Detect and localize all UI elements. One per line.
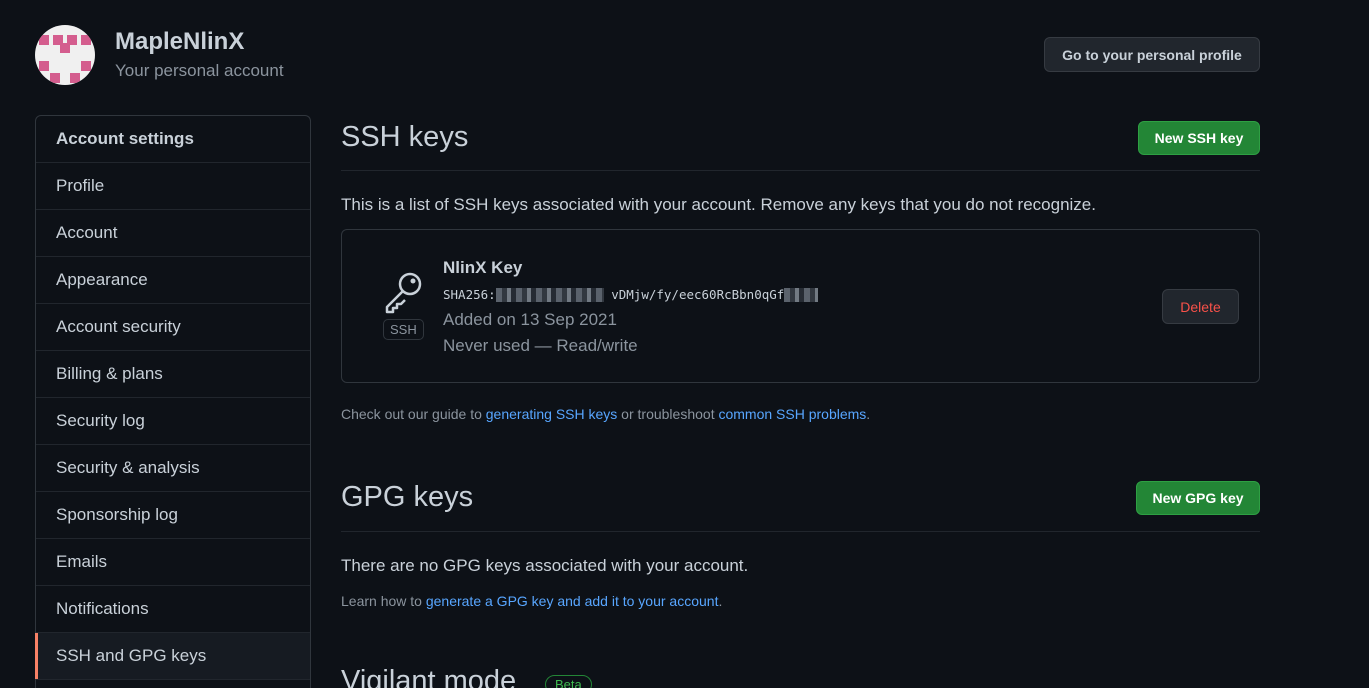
fingerprint-redacted-end [784, 288, 819, 302]
settings-page: MapleNlinX Your personal account Go to y… [0, 0, 1369, 688]
ssh-divider [341, 170, 1260, 171]
ssh-keys-title: SSH keys [341, 121, 469, 153]
ssh-key-added-date: Added on 13 Sep 2021 [443, 310, 617, 329]
sidebar-item-profile[interactable]: Profile [36, 163, 310, 210]
sidebar-item-security-log[interactable]: Security log [36, 398, 310, 445]
sidebar-item-emails[interactable]: Emails [36, 539, 310, 586]
gpg-learn-note: Learn how to generate a GPG key and add … [341, 593, 722, 609]
ssh-key-fingerprint: SHA256: vDMjw/fy/eec60RcBbn0qGf [443, 287, 819, 302]
beta-badge: Beta [545, 675, 592, 688]
sidebar-item-billing[interactable]: Billing & plans [36, 351, 310, 398]
new-ssh-key-button[interactable]: New SSH key [1138, 121, 1260, 155]
delete-ssh-key-button[interactable]: Delete [1162, 289, 1239, 324]
sidebar-item-sponsorship-log[interactable]: Sponsorship log [36, 492, 310, 539]
gpg-divider [341, 531, 1260, 532]
ssh-guide-prefix: Check out our guide to [341, 406, 486, 422]
go-to-profile-button[interactable]: Go to your personal profile [1044, 37, 1260, 72]
fingerprint-redacted [495, 288, 604, 302]
fingerprint-visible: vDMjw/fy/eec60RcBbn0qGf [611, 287, 785, 302]
ssh-guide-suffix: . [866, 406, 871, 422]
fingerprint-prefix: SHA256: [443, 287, 496, 302]
generate-gpg-key-link[interactable]: generate a GPG key and add it to your ac… [426, 593, 719, 609]
ssh-guide-note: Check out our guide to generating SSH ke… [341, 406, 870, 422]
ssh-description: This is a list of SSH keys associated wi… [341, 195, 1096, 214]
gpg-learn-suffix: . [718, 593, 723, 609]
sidebar-item-account-security[interactable]: Account security [36, 304, 310, 351]
ssh-guide-middle: or troubleshoot [617, 406, 719, 422]
gpg-keys-title: GPG keys [341, 481, 474, 513]
ssh-key-name: NlinX Key [443, 258, 523, 277]
username[interactable]: MapleNlinX [115, 28, 244, 56]
settings-sidebar: Account settings Profile Account Appeara… [35, 115, 311, 688]
sidebar-item-security-analysis[interactable]: Security & analysis [36, 445, 310, 492]
vigilant-mode-title: Vigilant mode [341, 665, 517, 688]
ssh-type-label: SSH [383, 319, 424, 340]
key-icon [385, 272, 422, 314]
account-type-label: Your personal account [115, 61, 284, 80]
avatar[interactable] [35, 25, 95, 85]
gpg-empty-message: There are no GPG keys associated with yo… [341, 556, 749, 575]
gpg-learn-prefix: Learn how to [341, 593, 426, 609]
sidebar-item-account[interactable]: Account [36, 210, 310, 257]
ssh-key-card: SSH NlinX Key SHA256: vDMjw/fy/eec60RcBb… [341, 229, 1260, 383]
sidebar-item-ssh-gpg-keys[interactable]: SSH and GPG keys [35, 633, 310, 680]
new-gpg-key-button[interactable]: New GPG key [1136, 481, 1260, 515]
sidebar-item-notifications[interactable]: Notifications [36, 586, 310, 633]
sidebar-heading-account-settings: Account settings [36, 116, 310, 163]
sidebar-item-appearance[interactable]: Appearance [36, 257, 310, 304]
common-ssh-problems-link[interactable]: common SSH problems [718, 406, 866, 422]
generating-ssh-keys-link[interactable]: generating SSH keys [486, 406, 618, 422]
ssh-key-usage: Never used — Read/write [443, 336, 638, 355]
